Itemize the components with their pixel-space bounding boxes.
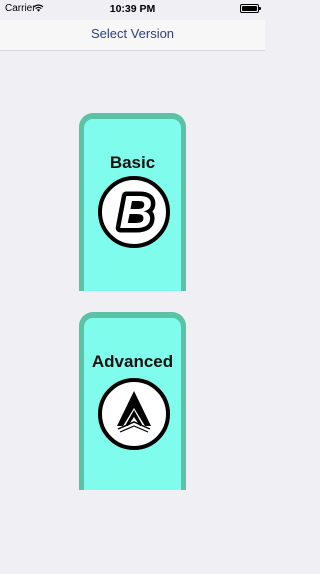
advanced-card-face: Advanced — [84, 318, 181, 490]
basic-card-face: Basic B B — [84, 119, 181, 291]
battery-icon — [240, 4, 261, 13]
navigation-bar: Select Version — [0, 20, 265, 51]
advanced-version-button[interactable]: Advanced — [79, 312, 186, 490]
status-bar: Carrier 10:39 PM — [0, 0, 265, 20]
chevron-up-emblem-icon — [98, 378, 170, 450]
basic-version-button[interactable]: Basic B B — [79, 113, 186, 291]
advanced-label: Advanced — [91, 352, 174, 371]
emblem-letter: B — [119, 186, 152, 238]
letter-b-emblem-icon: B B — [98, 176, 170, 248]
clock: 10:39 PM — [109, 3, 156, 15]
basic-label: Basic — [109, 153, 156, 172]
page-title: Select Version — [90, 26, 175, 41]
